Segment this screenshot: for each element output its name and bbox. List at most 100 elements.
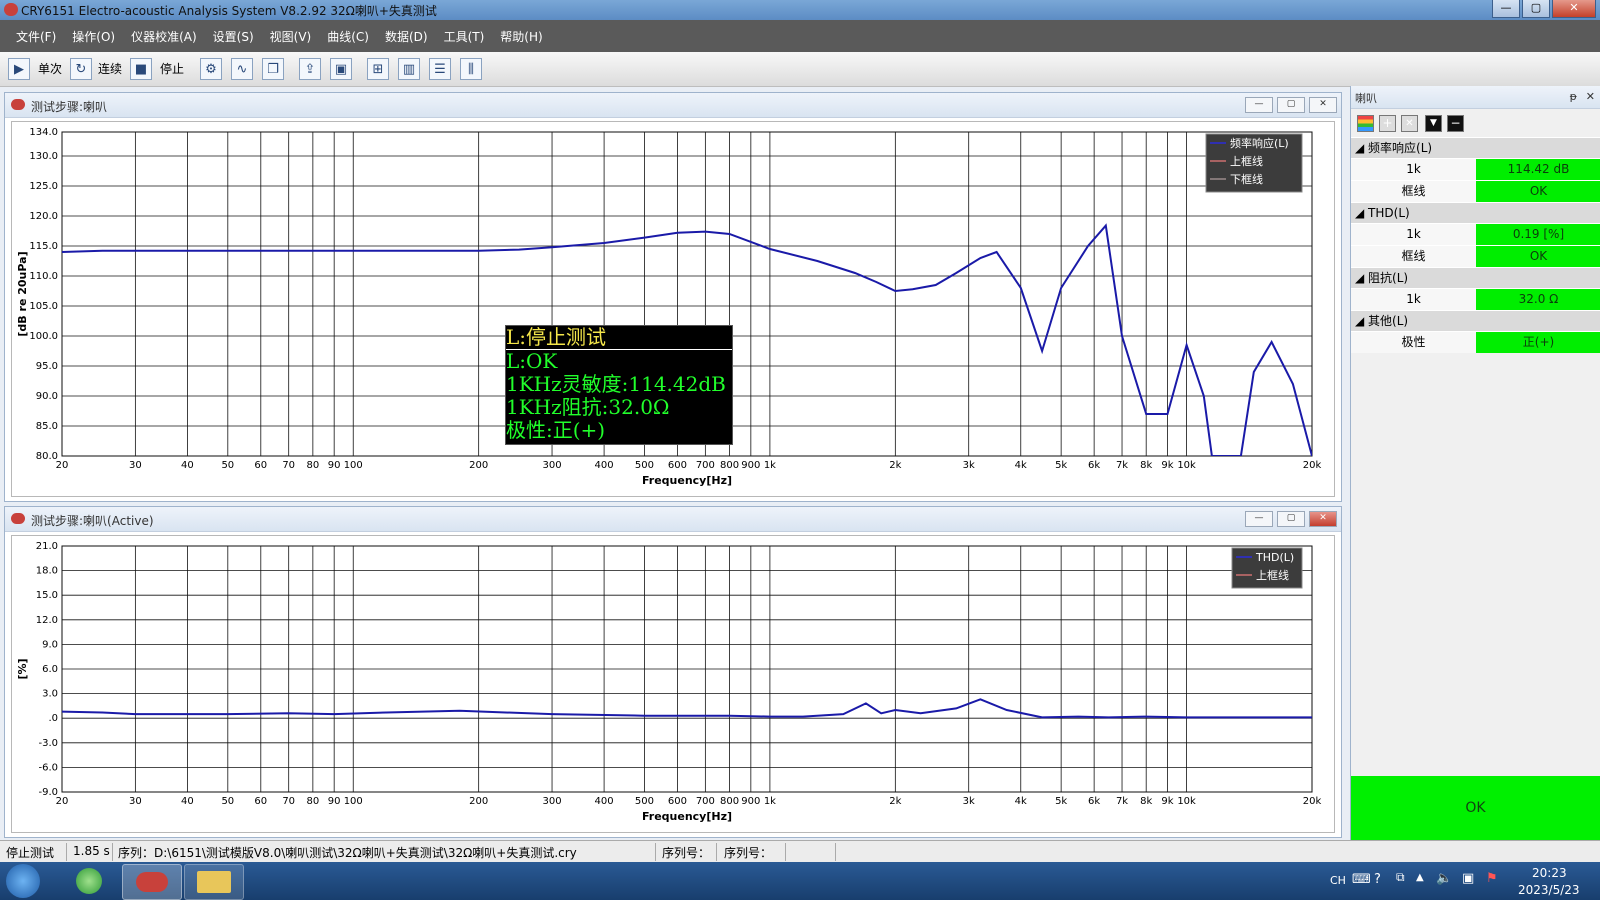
y-tick-label: 90.0 (36, 391, 58, 402)
y-tick-label: 15.0 (36, 590, 58, 601)
pin-icon[interactable]: ᵽ (1570, 90, 1577, 103)
result-key: 1k (1351, 159, 1476, 180)
play-icon[interactable]: ▶ (8, 58, 30, 80)
panel-maximize-button[interactable]: ▢ (1277, 511, 1305, 527)
panel-maximize-button[interactable]: ▢ (1277, 97, 1305, 113)
x-tick-label: 30 (129, 796, 142, 807)
open-icon[interactable]: ⇪ (299, 58, 321, 80)
delete-icon[interactable]: ✕ (1401, 115, 1418, 132)
single-run-label[interactable]: 单次 (38, 58, 62, 80)
clock-date[interactable]: 2023/5/23 (1518, 883, 1580, 897)
close-button[interactable]: ✕ (1552, 0, 1596, 18)
action-center-icon[interactable]: ⚑ (1486, 871, 1498, 886)
result-side-panel: 喇叭 ᵽ ✕ + ✕ ▼ − ◢ 频率响应(L) 1k 114.42 dB 框线 O… (1350, 86, 1600, 840)
menu-settings[interactable]: 设置(S) (213, 28, 254, 45)
add-icon[interactable]: + (1379, 115, 1396, 132)
maximize-button[interactable]: ▢ (1522, 0, 1550, 18)
group-name: 频率响应(L) (1368, 141, 1433, 155)
x-tick-label: 30 (129, 460, 142, 471)
side-close-icon[interactable]: ✕ (1586, 90, 1595, 103)
menu-help[interactable]: 帮助(H) (500, 28, 542, 45)
y-tick-label: 6.0 (42, 664, 58, 675)
group-header[interactable]: ◢ 阻抗(L) (1351, 267, 1600, 288)
minimize-button[interactable]: — (1492, 0, 1520, 18)
x-tick-label: 50 (221, 796, 234, 807)
x-tick-label: 1k (764, 796, 776, 807)
save-icon[interactable]: ▣ (330, 58, 352, 80)
input-language[interactable]: CH (1330, 874, 1346, 887)
help-icon[interactable]: ? (1374, 872, 1381, 887)
stop-icon[interactable]: ■ (130, 58, 152, 80)
x-tick-label: 100 (344, 796, 363, 807)
result-row: 1k 114.42 dB (1351, 158, 1600, 180)
stop-label[interactable]: 停止 (160, 58, 184, 80)
x-tick-label: 300 (542, 460, 561, 471)
side-panel-header: 喇叭 ᵽ ✕ (1351, 86, 1600, 109)
x-tick-label: 7k (1116, 460, 1128, 471)
x-tick-label: 800 (720, 796, 739, 807)
menu-data[interactable]: 数据(D) (385, 28, 428, 45)
panel-close-button[interactable]: ✕ (1309, 511, 1337, 527)
x-axis-label: Frequency[Hz] (642, 810, 732, 823)
step-icon (11, 513, 25, 524)
menu-operation[interactable]: 操作(O) (72, 28, 115, 45)
thd-svg: 20 30 40 50 60 70 80 90 100 200 300 400 500 600 700 800… (16, 541, 1321, 823)
result-value: OK (1476, 246, 1600, 267)
x-tick-label: 9k (1161, 796, 1173, 807)
x-tick-label: 4k (1015, 796, 1027, 807)
menu-file[interactable]: 文件(F) (16, 28, 56, 45)
legend-entry: 上框线 (1230, 154, 1263, 168)
x-tick-label: 400 (595, 796, 614, 807)
result-key: 1k (1351, 289, 1476, 310)
menu-calibration[interactable]: 仪器校准(A) (131, 28, 197, 45)
start-button-icon[interactable] (6, 864, 40, 898)
x-tick-label: 2k (889, 460, 901, 471)
folder-taskbar-icon[interactable] (184, 864, 244, 900)
tile-horizontal-icon[interactable]: ☰ (429, 58, 451, 80)
x-tick-label: 20k (1303, 460, 1322, 471)
y-tick-label: .0 (48, 713, 58, 724)
settings-grid-icon[interactable]: ⚙ (200, 58, 222, 80)
tile-vertical-icon[interactable]: ⫼ (460, 58, 482, 80)
y-tick-label: 134.0 (29, 127, 58, 138)
thd-chart: 20 30 40 50 60 70 80 90 100 200 300 400 500 600 700 800… (11, 535, 1335, 833)
menu-tools[interactable]: 工具(T) (444, 28, 485, 45)
network-icon[interactable]: ▣ (1462, 871, 1474, 886)
result-key: 极性 (1351, 332, 1476, 353)
legend-entry: 上框线 (1256, 568, 1289, 582)
add-window-icon[interactable]: ⊞ (367, 58, 389, 80)
menu-view[interactable]: 视图(V) (270, 28, 312, 45)
x-tick-label: 70 (282, 460, 295, 471)
collapse-icon[interactable]: − (1447, 115, 1464, 132)
panel-minimize-button[interactable]: — (1245, 97, 1273, 113)
continuous-run-label[interactable]: 连续 (98, 58, 122, 80)
keyboard-icon[interactable]: ⌨ (1352, 872, 1371, 887)
result-row: 框线 OK (1351, 180, 1600, 202)
panel-close-button[interactable]: ✕ (1309, 97, 1337, 113)
tray-window-icon[interactable]: ⧉ (1396, 870, 1405, 885)
result-value: 32.0 Ω (1476, 289, 1600, 310)
menu-curve[interactable]: 曲线(C) (327, 28, 369, 45)
clock-time[interactable]: 20:23 (1532, 866, 1567, 880)
group-header[interactable]: ◢ 其他(L) (1351, 310, 1600, 331)
copy-icon[interactable]: ❐ (262, 58, 284, 80)
result-key: 1k (1351, 224, 1476, 245)
group-header[interactable]: ◢ THD(L) (1351, 202, 1600, 223)
cry-app-taskbar-icon[interactable] (122, 864, 182, 900)
y-tick-label: -3.0 (38, 738, 58, 749)
tray-expand-icon[interactable]: ▲ (1416, 872, 1424, 883)
browser-taskbar-icon[interactable] (62, 864, 116, 898)
curve-icon[interactable]: ∿ (231, 58, 253, 80)
y-tick-label: 85.0 (36, 421, 58, 432)
x-tick-label: 6k (1088, 796, 1100, 807)
expand-icon[interactable]: ▼ (1425, 115, 1442, 132)
panel-minimize-button[interactable]: — (1245, 511, 1273, 527)
add-chart-icon[interactable]: ▥ (398, 58, 420, 80)
group-header[interactable]: ◢ 频率响应(L) (1351, 137, 1600, 158)
loop-icon[interactable]: ↻ (70, 58, 92, 80)
menu-bar: 文件(F) 操作(O) 仪器校准(A) 设置(S) 视图(V) 曲线(C) 数据… (0, 20, 1600, 52)
app-icon (4, 3, 18, 16)
volume-icon[interactable]: 🔈 (1436, 871, 1452, 886)
window-titlebar: CRY6151 Electro-acoustic Analysis System… (0, 0, 1600, 20)
color-icon[interactable] (1357, 115, 1374, 132)
